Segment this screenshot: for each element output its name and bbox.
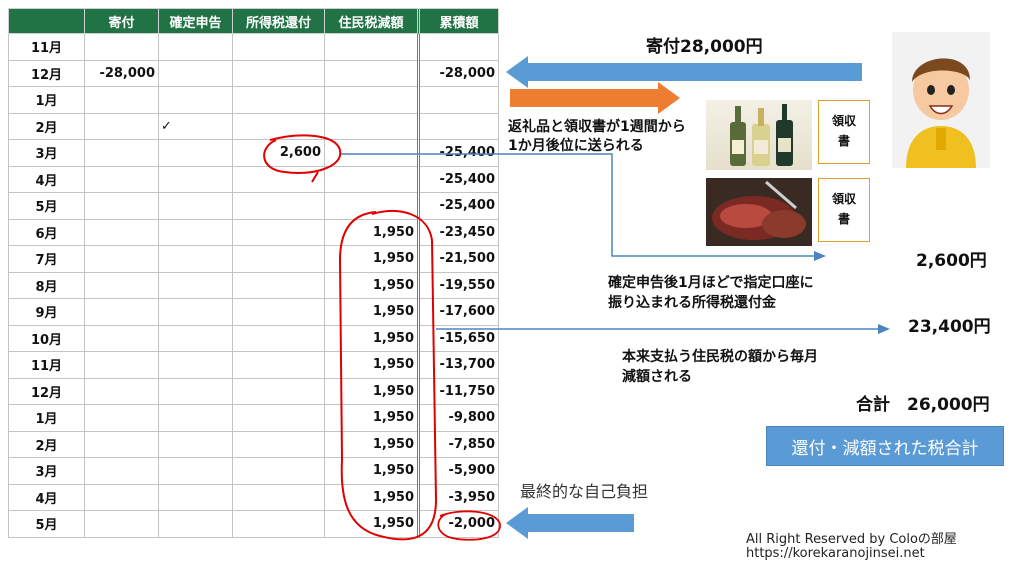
final-red-circle: [437, 510, 501, 541]
total-label: 合計 26,000円: [856, 395, 990, 415]
wine-bottles-icon: [730, 104, 793, 166]
resident-note-line1: 本来支払う住民税の額から毎月: [622, 349, 818, 365]
refund-note-line2: 振り込まれる所得税還付金: [608, 295, 776, 311]
receipt-label: 領収書: [831, 114, 856, 148]
resident-arrowhead: [878, 324, 890, 334]
resident-red-circle: [338, 210, 438, 541]
steak-icon: [712, 180, 806, 240]
refund-amount: 2,600円: [916, 251, 987, 271]
annotation-overlay: [263, 56, 890, 541]
gift-arrow: [510, 82, 680, 114]
boy-avatar-icon: [906, 58, 976, 168]
donation-label: 寄付28,000円: [646, 37, 763, 57]
gift-note-line2: 1か月後位に送られる: [508, 138, 644, 154]
refund-red-circle: [263, 134, 342, 183]
receipt-label: 領収書: [831, 192, 856, 226]
final-burden-label: 最終的な自己負担: [520, 482, 649, 501]
receipt-bottom: 領収書: [818, 178, 870, 242]
gift-note-line1: 返礼品と領収書が1週間から: [508, 119, 686, 135]
refund-note-line1: 確定申告後1月ほどで指定口座に: [608, 275, 814, 291]
final-burden-arrow: [506, 507, 634, 539]
resident-note-line2: 減額される: [622, 369, 692, 385]
resident-amount: 23,400円: [908, 317, 991, 337]
wine-bottles-image: [706, 100, 812, 170]
boy-avatar: [892, 32, 990, 168]
steak-image: [706, 178, 812, 246]
total-tax-button-label: 還付・減額された税合計: [791, 438, 979, 459]
refund-arrowhead: [814, 251, 826, 261]
total-tax-button: 還付・減額された税合計: [766, 426, 1004, 466]
footer-copyright: All Right Reserved by Coloの部屋: [746, 532, 957, 547]
receipt-top: 領収書: [818, 100, 870, 164]
footer-url: https://korekaranojinsei.net: [746, 546, 925, 561]
donation-arrow: [506, 56, 862, 88]
